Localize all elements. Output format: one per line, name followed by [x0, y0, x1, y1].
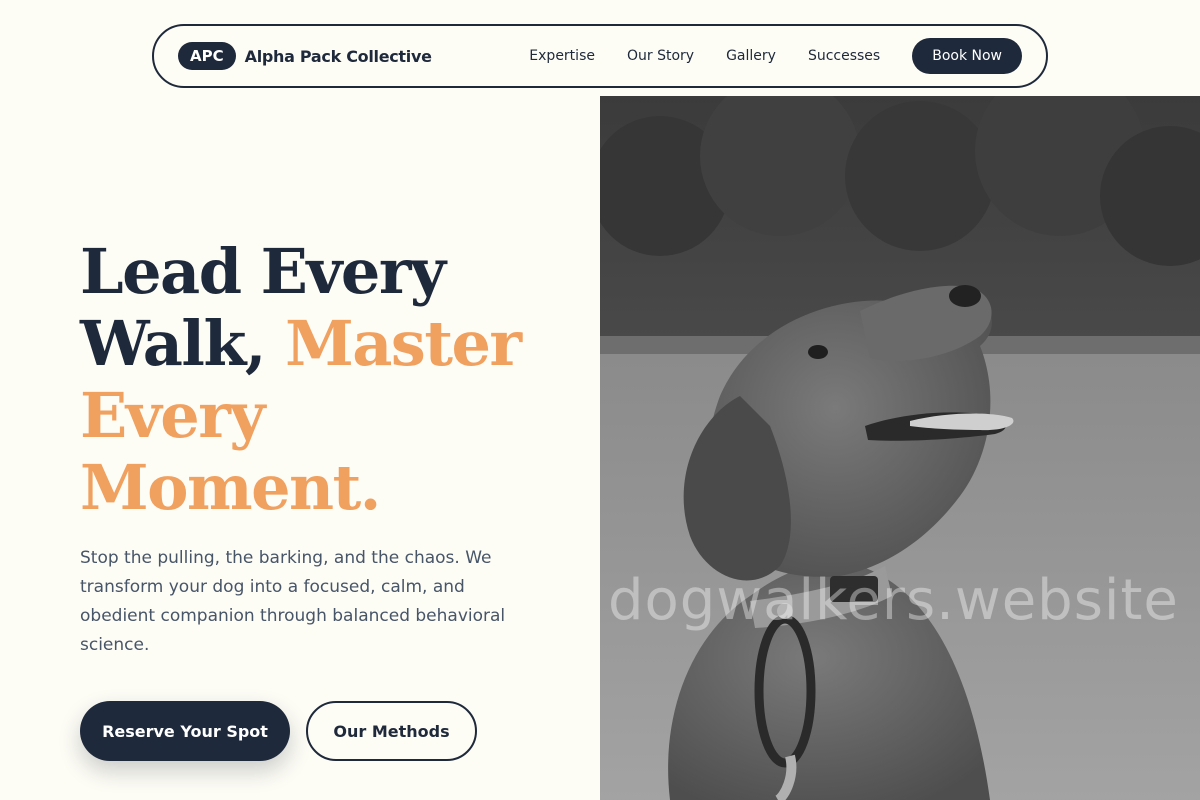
hero-dog-photo: dogwalkers.website	[600, 96, 1200, 800]
hero-title-line2-dark: Walk,	[80, 307, 267, 380]
hero-subtitle: Stop the pulling, the barking, and the c…	[80, 548, 506, 655]
hero-title-line3: Every	[80, 379, 265, 452]
book-now-button[interactable]: Book Now	[912, 38, 1022, 74]
our-methods-button[interactable]: Our Methods	[306, 701, 477, 761]
brand-logo[interactable]: APC Alpha Pack Collective	[178, 42, 432, 70]
nav-menu: Expertise Our Story Gallery Successes Bo…	[529, 38, 1022, 74]
watermark-text: dogwalkers.website	[608, 568, 1179, 633]
nav-link-successes[interactable]: Successes	[808, 48, 880, 64]
nav-link-gallery[interactable]: Gallery	[726, 48, 776, 64]
brand-badge: APC	[178, 42, 236, 70]
nav-link-our-story[interactable]: Our Story	[627, 48, 694, 64]
page: APC Alpha Pack Collective Expertise Our …	[0, 0, 1200, 800]
hero-title-line1: Lead Every	[80, 235, 446, 308]
hero-title: Lead Every Walk, Master Every Moment.	[80, 236, 580, 524]
brand-name: Alpha Pack Collective	[244, 46, 432, 66]
hero-title-line2-accent: Master	[285, 307, 522, 380]
hero-title-line4: Moment.	[80, 451, 381, 524]
dog-photo-illustration	[600, 96, 1200, 800]
reserve-spot-button[interactable]: Reserve Your Spot	[80, 701, 290, 761]
navbar: APC Alpha Pack Collective Expertise Our …	[152, 24, 1048, 88]
nav-link-expertise[interactable]: Expertise	[529, 48, 595, 64]
